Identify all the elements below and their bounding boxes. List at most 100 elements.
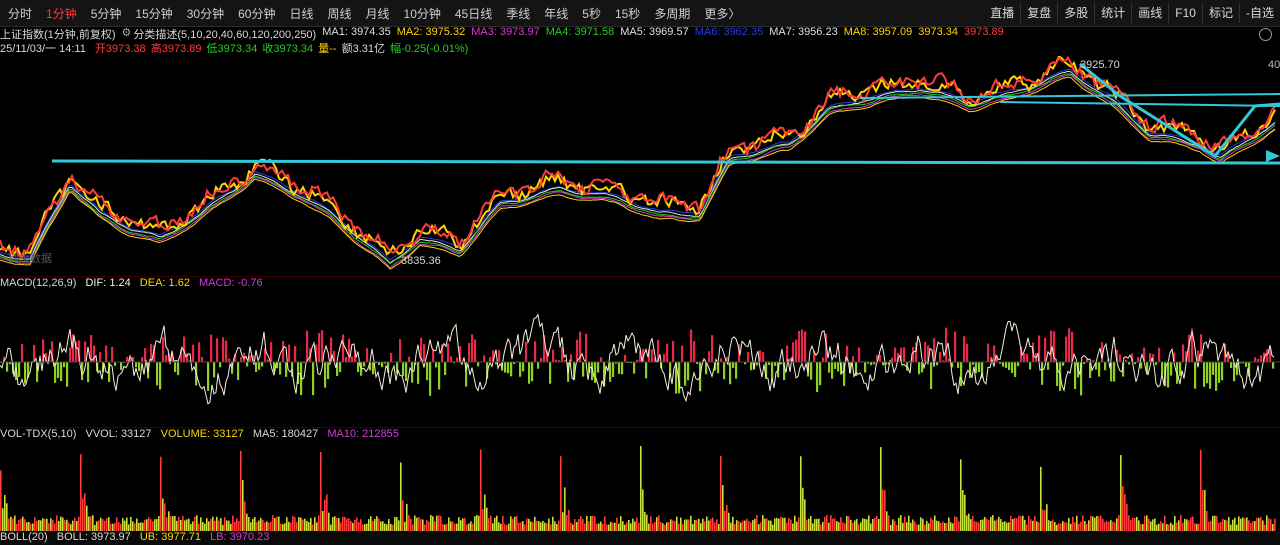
volume-bar [748, 521, 750, 531]
macd-bar [975, 362, 977, 373]
macd-bar [450, 356, 452, 362]
volume-bar [1262, 520, 1264, 531]
volume-bar [1154, 519, 1156, 531]
volume-bar [544, 523, 546, 531]
volume-bar [1126, 504, 1128, 531]
volume-bar [962, 490, 964, 531]
volume-bar [236, 518, 238, 531]
volume-bar [690, 516, 692, 531]
volume-bar [1240, 519, 1242, 531]
volume-bar [674, 521, 676, 531]
volume-bar [346, 519, 348, 531]
volume-bar [416, 518, 418, 531]
volume-bar [54, 524, 56, 531]
volume-bar [976, 522, 978, 531]
ma-value: 3973.89 [964, 26, 1004, 38]
volume-bar [708, 521, 710, 531]
volume-bar [874, 518, 876, 531]
volume-bar [206, 518, 208, 531]
toolbar-button[interactable]: 多股 [1057, 3, 1094, 23]
period-tab[interactable]: 日线 [281, 5, 319, 22]
volume-bar [4, 495, 6, 531]
period-tab[interactable]: 5分钟 [83, 5, 128, 22]
toolbar-button[interactable]: 复盘 [1020, 3, 1057, 23]
macd-bar [537, 362, 539, 369]
volume-bar [492, 523, 494, 531]
period-tab[interactable]: 10分钟 [396, 5, 447, 22]
macd-bar [1215, 362, 1217, 391]
volume-bar [414, 516, 416, 531]
macd-title[interactable]: MACD(12,26,9) [0, 277, 76, 289]
volume-bar [476, 515, 478, 531]
volume-bar [1268, 518, 1270, 531]
period-tab[interactable]: 月线 [358, 5, 396, 22]
volume-bar [586, 516, 588, 531]
volume-bar [246, 514, 248, 531]
toolbar-button[interactable]: 画线 [1131, 3, 1168, 23]
volume-bar [440, 516, 442, 531]
macd-bar [987, 344, 989, 362]
period-tab[interactable]: 季线 [498, 5, 536, 22]
volume-bar [306, 521, 308, 531]
indicator-desc[interactable]: 分类描述(5,10,20,40,60,120,200,250) [133, 26, 316, 41]
vol-title[interactable]: VOL-TDX(5,10) [0, 428, 76, 440]
volume-bar [114, 523, 116, 531]
volume-bar [552, 517, 554, 531]
period-tab[interactable]: 周线 [319, 5, 357, 22]
period-tab[interactable]: 1分钟 [38, 5, 83, 22]
volume-bar [308, 522, 310, 531]
indicator-icon[interactable]: ⚙ [122, 26, 132, 41]
period-tab[interactable]: 15分钟 [127, 5, 178, 22]
macd-bar [834, 362, 836, 369]
high-value: 高3973.89 [151, 43, 202, 55]
volume-bar [502, 516, 504, 531]
period-tab[interactable]: 分时 [0, 5, 38, 22]
volume-bar [1030, 519, 1032, 531]
toolbar-button[interactable]: 统计 [1094, 3, 1131, 23]
macd-bar [1005, 362, 1007, 368]
volume-bar [44, 519, 46, 531]
macd-bar [342, 334, 344, 362]
volume-bar [1002, 522, 1004, 531]
period-tab[interactable]: 30分钟 [179, 5, 230, 22]
change-value: 幅-0.25(-0.01%) [390, 43, 468, 55]
volume-bar [596, 524, 598, 531]
macd-bar [399, 339, 401, 362]
toolbar-button[interactable]: 标记 [1202, 3, 1239, 23]
macd-bar [345, 357, 347, 362]
period-tab[interactable]: 年线 [536, 5, 574, 22]
period-tab[interactable]: 60分钟 [230, 5, 281, 22]
macd-bar [1119, 355, 1121, 362]
period-tab[interactable]: 更多〉 [696, 5, 746, 22]
macd-bar [339, 362, 341, 372]
volume-bar [194, 517, 196, 531]
volume-chart[interactable] [0, 443, 1280, 531]
volume-bar [1162, 523, 1164, 531]
macd-bar [390, 353, 392, 362]
macd-bar [828, 362, 830, 373]
period-tab[interactable]: 15秒 [607, 5, 646, 22]
period-tab[interactable]: 45日线 [447, 5, 498, 22]
macd-chart[interactable] [0, 290, 1280, 426]
volume-bar [940, 523, 942, 531]
volume-bar [832, 519, 834, 531]
volume-bar [526, 518, 528, 531]
toolbar-button[interactable]: 直播 [984, 3, 1020, 23]
volume-bar [678, 524, 680, 531]
period-tab[interactable]: 5秒 [574, 5, 607, 22]
volume-bar [182, 516, 184, 531]
macd-bar [864, 362, 866, 373]
volume-bar [864, 519, 866, 531]
volume-bar [722, 485, 724, 531]
boll-title[interactable]: BOLL(20) [0, 531, 48, 543]
volume-bar [872, 519, 874, 531]
volume-bar [880, 447, 882, 531]
volume-bar [766, 518, 768, 531]
price-chart[interactable]: 3925.70 3835.36 到末数据 40 [0, 56, 1280, 274]
toolbar-button[interactable]: F10 [1168, 3, 1202, 23]
period-tab[interactable]: 多周期 [646, 5, 696, 22]
volume-bar [62, 518, 64, 531]
toolbar-button[interactable]: -自选 [1239, 3, 1280, 23]
volume-bar [622, 521, 624, 531]
volume-bar [1106, 521, 1108, 531]
